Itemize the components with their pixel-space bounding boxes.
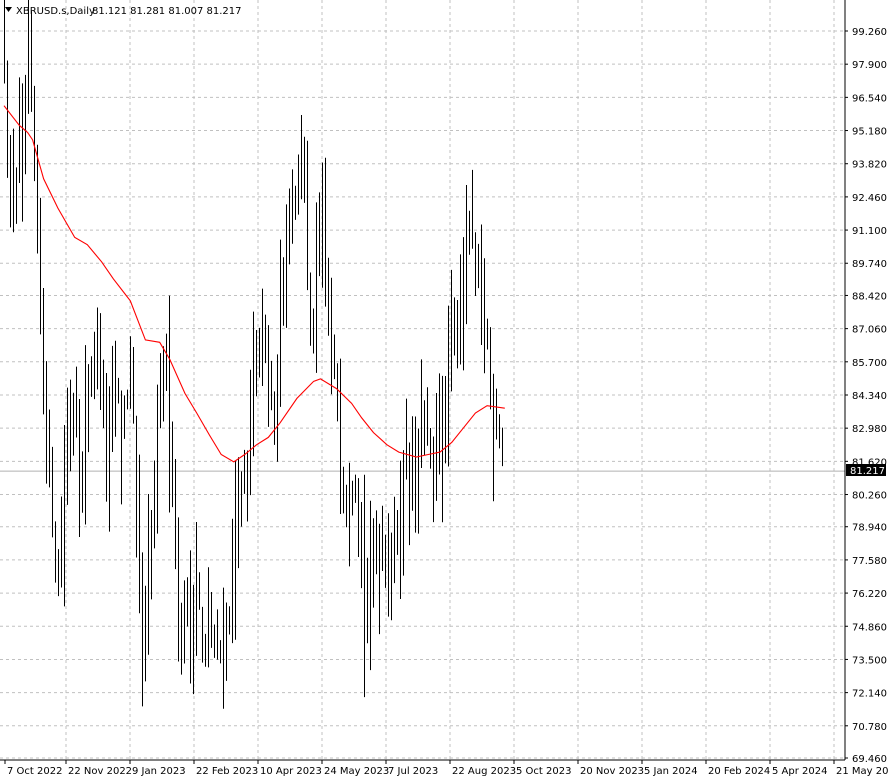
x-tick-label: 20 Feb 2024 [708, 766, 770, 777]
current-price-label-text: 81.217 [850, 466, 885, 477]
y-tick-label: 72.140 [852, 689, 887, 700]
y-tick-label: 76.220 [852, 589, 887, 600]
x-tick-label: 22 Aug 2023 [452, 766, 516, 777]
y-tick-label: 85.700 [852, 358, 887, 369]
y-tick-label: 96.540 [852, 93, 887, 104]
y-tick-label: 78.940 [852, 523, 887, 534]
y-tick-label: 95.180 [852, 127, 887, 138]
y-tick-label: 82.980 [852, 424, 887, 435]
y-tick-label: 87.060 [852, 325, 887, 336]
x-tick-label: 5 Oct 2023 [516, 766, 571, 777]
x-tick-label: 7 Oct 2022 [7, 766, 62, 777]
y-tick-label: 92.460 [852, 193, 887, 204]
x-tick-label: 5 Apr 2024 [772, 766, 827, 777]
y-tick-label: 97.900 [852, 60, 887, 71]
y-tick-label: 89.740 [852, 259, 887, 270]
header-ohlc: 81.121 81.281 81.007 81.217 [92, 6, 242, 17]
x-tick-label: 7 Jul 2023 [388, 766, 438, 777]
y-tick-label: 80.260 [852, 491, 887, 502]
x-tick-label: 24 May 2023 [324, 766, 389, 777]
chart-header: XBRUSD.s,Daily 81.121 81.281 81.007 81.2… [5, 6, 242, 17]
price-chart[interactable]: 99.260 97.900 96.540 95.180 93.820 92.460 91.1… [0, 0, 888, 781]
y-tick-label: 99.260 [852, 27, 887, 38]
y-tick-label: 74.860 [852, 622, 887, 633]
y-tick-label: 73.500 [852, 655, 887, 666]
header-symbol: XBRUSD.s,Daily [16, 6, 95, 17]
y-tick-label: 77.580 [852, 556, 887, 567]
y-tick-label: 93.820 [852, 160, 887, 171]
y-tick-label: 88.420 [852, 291, 887, 302]
current-price-label: 81.217 [846, 464, 886, 477]
x-tick-label: 20 Nov 2023 [580, 766, 644, 777]
x-tick-label: 22 Nov 2022 [68, 766, 132, 777]
x-tick-label: 22 Feb 2023 [196, 766, 258, 777]
x-tick-label: 9 Jan 2023 [132, 766, 186, 777]
x-tick-label: 10 Apr 2023 [260, 766, 322, 777]
y-tick-label: 69.460 [852, 754, 887, 765]
y-tick-label: 91.100 [852, 226, 887, 237]
x-tick-label: 21 May 2024 [836, 766, 888, 777]
x-tick-label: 5 Jan 2024 [644, 766, 698, 777]
y-tick-label: 84.340 [852, 391, 887, 402]
y-tick-label: 70.780 [852, 722, 887, 733]
